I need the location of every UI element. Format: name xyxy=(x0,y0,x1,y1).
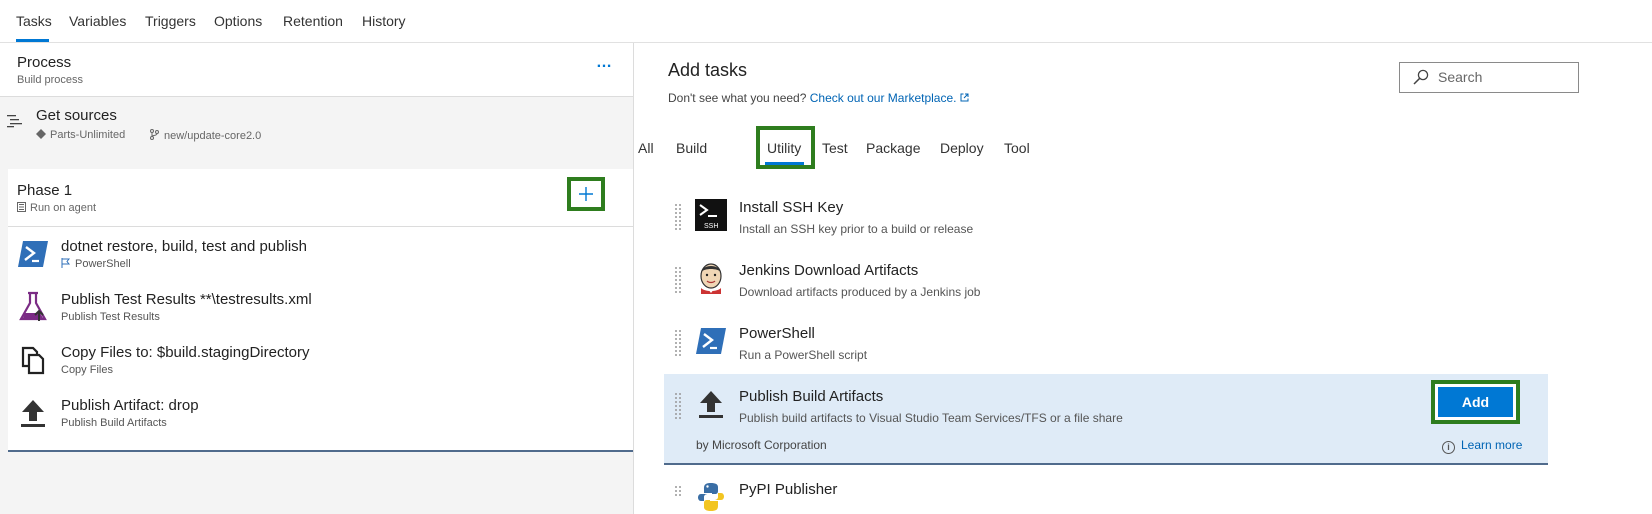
top-tab-bar: Tasks Variables Triggers Options Retenti… xyxy=(0,0,1652,43)
task-item-dotnet[interactable]: dotnet restore, build, test and publish … xyxy=(8,227,633,283)
ssh-terminal-icon: SSH xyxy=(695,199,727,231)
add-button[interactable]: Add xyxy=(1438,387,1513,417)
phase-header[interactable]: Phase 1 Run on agent xyxy=(8,169,633,227)
learn-more-link[interactable]: i Learn more xyxy=(1442,438,1522,454)
task-list: dotnet restore, build, test and publish … xyxy=(8,227,633,452)
phase-subtitle: Run on agent xyxy=(17,202,96,214)
task-subtitle: Publish Build Artifacts xyxy=(61,417,167,429)
drag-handle-icon[interactable] xyxy=(674,392,682,420)
catalog-item-name: PyPI Publisher xyxy=(739,481,838,498)
drag-handle-icon[interactable] xyxy=(674,203,682,231)
hint-text: Don't see what you need? xyxy=(668,91,807,105)
category-tab-test[interactable]: Test xyxy=(822,140,848,156)
category-tab-deploy[interactable]: Deploy xyxy=(940,140,984,156)
catalog-item-jenkins-download[interactable]: Jenkins Download Artifacts Download arti… xyxy=(664,248,1548,311)
flag-icon xyxy=(61,258,71,268)
list-icon xyxy=(7,115,22,128)
selection-divider xyxy=(664,463,1548,465)
jenkins-icon xyxy=(700,263,722,294)
task-name: Publish Test Results **\testresults.xml xyxy=(61,291,312,308)
python-icon xyxy=(698,483,724,511)
get-sources-title: Get sources xyxy=(36,107,117,124)
category-tab-package[interactable]: Package xyxy=(866,140,920,156)
branch-icon xyxy=(150,129,159,140)
repo-info: Parts-Unlimited xyxy=(36,129,125,141)
catalog-item-publish-build-artifacts[interactable]: Publish Build Artifacts Publish build ar… xyxy=(664,374,1548,465)
drag-handle-icon[interactable] xyxy=(674,485,682,513)
catalog-item-powershell[interactable]: PowerShell Run a PowerShell script xyxy=(664,311,1548,374)
tab-tasks[interactable]: Tasks xyxy=(16,13,52,29)
active-tab-indicator xyxy=(16,39,49,42)
add-tasks-panel: Add tasks Don't see what you need? Check… xyxy=(634,43,1652,514)
svg-text:SSH: SSH xyxy=(704,223,718,230)
phase-title: Phase 1 xyxy=(17,182,73,199)
phase-subtitle-text: Run on agent xyxy=(30,202,97,214)
marketplace-hint: Don't see what you need? Check out our M… xyxy=(668,91,969,105)
powershell-icon xyxy=(18,241,48,267)
task-name: Copy Files to: $build.stagingDirectory xyxy=(61,344,310,361)
get-sources-item[interactable]: Get sources Parts-Unlimited new/update-c… xyxy=(0,97,633,149)
task-name: dotnet restore, build, test and publish xyxy=(61,238,307,255)
add-task-button[interactable] xyxy=(567,177,605,211)
tab-history[interactable]: History xyxy=(362,13,406,29)
process-header[interactable]: Process Build process … xyxy=(0,43,633,97)
catalog-item-pypi-publisher[interactable]: PyPI Publisher xyxy=(664,467,1548,514)
tab-options[interactable]: Options xyxy=(214,13,262,29)
process-subtitle: Build process xyxy=(17,74,84,86)
task-subtitle: PowerShell xyxy=(61,258,131,270)
catalog-item-name: Publish Build Artifacts xyxy=(739,388,884,405)
drag-handle-icon[interactable] xyxy=(674,329,682,357)
more-options-button[interactable]: … xyxy=(596,54,613,72)
add-tasks-title: Add tasks xyxy=(668,60,748,80)
category-tab-all[interactable]: All xyxy=(638,140,654,156)
publisher-label: by Microsoft Corporation xyxy=(696,438,827,452)
catalog-item-install-ssh-key[interactable]: SSH Install SSH Key Install an SSH key p… xyxy=(664,185,1548,248)
marketplace-link[interactable]: Check out our Marketplace. xyxy=(810,91,957,105)
category-tab-build[interactable]: Build xyxy=(676,140,707,156)
tab-triggers[interactable]: Triggers xyxy=(145,13,196,29)
external-link-icon xyxy=(960,93,969,102)
repo-icon xyxy=(36,129,46,139)
upload-arrow-icon xyxy=(699,391,723,418)
pipeline-panel: Process Build process … Get sources Part… xyxy=(0,43,634,514)
tab-variables[interactable]: Variables xyxy=(69,13,126,29)
plus-icon xyxy=(579,187,593,201)
flask-icon xyxy=(19,291,47,321)
task-name: Publish Artifact: drop xyxy=(61,397,199,414)
agent-icon xyxy=(17,202,26,212)
learn-more-text: Learn more xyxy=(1461,438,1523,452)
search-input[interactable] xyxy=(1438,68,1568,86)
branch-info: new/update-core2.0 xyxy=(150,129,261,142)
tab-retention[interactable]: Retention xyxy=(283,13,343,29)
process-title: Process xyxy=(17,54,72,71)
task-subtitle: Copy Files xyxy=(61,364,113,376)
catalog-item-description: Install an SSH key prior to a build or r… xyxy=(739,222,974,236)
repo-name: Parts-Unlimited xyxy=(50,129,126,141)
task-subtitle: Publish Test Results xyxy=(61,311,160,323)
upload-arrow-icon xyxy=(21,400,45,427)
catalog-item-name: Jenkins Download Artifacts xyxy=(739,262,919,279)
catalog-item-name: Install SSH Key xyxy=(739,199,844,216)
catalog-item-description: Download artifacts produced by a Jenkins… xyxy=(739,285,981,299)
catalog-item-description: Run a PowerShell script xyxy=(739,348,868,362)
search-box[interactable] xyxy=(1399,62,1579,93)
task-item-copy-files[interactable]: Copy Files to: $build.stagingDirectory C… xyxy=(8,333,633,389)
catalog-item-name: PowerShell xyxy=(739,325,815,342)
branch-name: new/update-core2.0 xyxy=(164,130,262,142)
copy-files-icon xyxy=(21,346,45,375)
info-icon: i xyxy=(1442,441,1455,454)
add-button-highlight: Add xyxy=(1431,380,1520,424)
task-item-publish-artifact[interactable]: Publish Artifact: drop Publish Build Art… xyxy=(8,386,633,442)
active-category-indicator xyxy=(765,162,804,165)
task-item-publish-test-results[interactable]: Publish Test Results **\testresults.xml … xyxy=(8,280,633,336)
search-icon xyxy=(1413,69,1429,85)
drag-handle-icon[interactable] xyxy=(674,266,682,294)
task-subtitle-text: PowerShell xyxy=(75,258,131,270)
catalog-item-description: Publish build artifacts to Visual Studio… xyxy=(739,411,1123,425)
category-tab-tool[interactable]: Tool xyxy=(1004,140,1030,156)
powershell-icon xyxy=(696,328,726,354)
